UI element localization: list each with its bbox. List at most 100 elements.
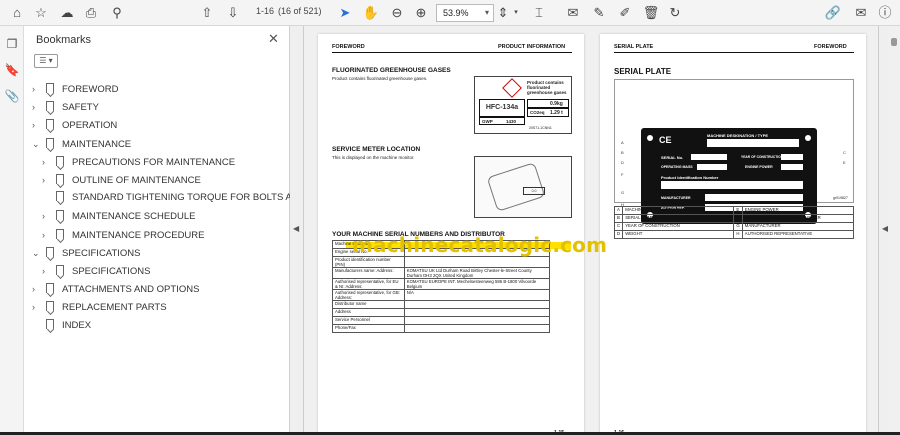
table-label-cell: Product identification number (PIN) <box>332 256 405 268</box>
bookmark-item[interactable]: ⌄ MAINTENANCE <box>32 136 131 152</box>
text-select-icon[interactable]: ⌶ <box>530 4 548 22</box>
chevron-right-icon[interactable]: › <box>42 208 52 224</box>
attachment-icon[interactable]: 📎 <box>4 88 20 104</box>
zoom-search-icon[interactable]: ⚲ <box>108 4 126 22</box>
plate-engine-power: ENGINE POWER <box>745 165 773 169</box>
bookmark-label: MAINTENANCE <box>62 138 132 150</box>
help-icon[interactable]: ⓘ <box>876 4 894 22</box>
highlight-icon[interactable]: ✐ <box>616 4 634 22</box>
chevron-right-icon[interactable]: › <box>32 81 42 97</box>
bookmark-icon <box>46 301 54 312</box>
table-row: Distributor name <box>332 300 551 309</box>
select-cursor-icon[interactable]: ➤ <box>336 4 354 22</box>
page-header-left: SERIAL PLATE <box>614 44 654 50</box>
plate-serial-no: SERIAL No. <box>661 155 684 160</box>
chevron-right-icon[interactable]: › <box>32 281 42 297</box>
legend-letter: A <box>613 206 624 215</box>
bookmark-item[interactable]: › OUTLINE OF MAINTENANCE <box>42 172 201 188</box>
pages-icon[interactable]: ❐ <box>4 36 20 52</box>
chevron-right-icon[interactable]: › <box>42 227 52 243</box>
table-value-cell: KOMATSU UK Ltd Durham Road Birtley Chest… <box>403 267 551 279</box>
bookmark-label: REPLACEMENT PARTS <box>62 302 167 314</box>
chevron-right-icon[interactable]: › <box>32 99 42 115</box>
bookmark-item[interactable]: › OPERATION <box>32 117 117 133</box>
bookmark-icon <box>46 101 54 112</box>
legend-letter: F <box>733 214 743 223</box>
bookmark-item[interactable]: › SPECIFICATIONS <box>42 263 150 279</box>
right-panel-handle[interactable]: ◀ <box>878 26 888 435</box>
table-label-cell: Service Personnel <box>332 316 405 325</box>
page-header-left: FOREWORD <box>332 44 365 50</box>
bookmark-item[interactable]: › FOREWORD <box>32 81 118 97</box>
table-row: C YEAR OF CONSTRUCTION G MANUFACTURER <box>613 222 855 231</box>
legend-letter: G <box>733 222 743 231</box>
chevron-right-icon[interactable]: › <box>42 172 52 188</box>
page-count: (16 of 521) <box>278 6 322 16</box>
chevron-right-icon[interactable]: › <box>42 263 52 279</box>
plate-manufacturer: MANUFACTURER <box>661 196 691 200</box>
zoom-out-icon[interactable]: ⊖ <box>388 4 406 22</box>
gwp-value: 1430 <box>506 119 517 124</box>
print-icon[interactable]: ⎙ <box>82 4 100 22</box>
table-row: Manufacturers name: Address: KOMATSU UK L… <box>332 267 551 279</box>
bookmark-item[interactable]: › SAFETY <box>32 99 99 115</box>
hand-tool-icon[interactable]: ✋ <box>362 4 380 22</box>
home-icon[interactable]: ⌂ <box>8 4 26 22</box>
star-icon[interactable]: ☆ <box>32 4 50 22</box>
bookmark-item[interactable]: › MAINTENANCE PROCEDURE <box>42 227 205 243</box>
chevron-right-icon[interactable]: › <box>32 117 42 133</box>
table-label-cell: Authorised representative, for GB: Addre… <box>332 289 405 301</box>
rotate-icon[interactable]: ↻ <box>666 4 684 22</box>
comment-icon[interactable]: ✉ <box>564 4 582 22</box>
legend-text: SERIAL NUMBER <box>622 214 735 223</box>
pen-icon[interactable]: ✎ <box>590 4 608 22</box>
bookmark-item[interactable]: › REPLACEMENT PARTS <box>32 299 167 315</box>
mail-icon[interactable]: ✉ <box>852 4 870 22</box>
page-title-serial-plate: SERIAL PLATE <box>614 67 672 76</box>
legend-letter: D <box>613 230 624 239</box>
previous-page-icon[interactable]: ⇧ <box>198 4 216 22</box>
zoom-level-select[interactable]: 53.9% ▾ <box>436 4 494 22</box>
vertical-scrollbar[interactable] <box>888 26 900 435</box>
table-label-cell: Manufacturers name: Address: <box>332 267 405 279</box>
bookmark-label: INDEX <box>62 319 92 331</box>
trash-icon[interactable]: 🗑 <box>642 4 660 22</box>
co2-value: 1.29 t <box>550 110 563 116</box>
page-number-input[interactable]: 1-16 <box>256 6 274 16</box>
table-row: Authorised representative, for EU & NI: … <box>332 278 551 290</box>
zoom-in-icon[interactable]: ⊕ <box>412 4 430 22</box>
table-label-cell: Authorised representative, for EU & NI: … <box>332 278 405 290</box>
bookmark-item[interactable]: › PRECAUTIONS FOR MAINTENANCE <box>42 154 235 170</box>
bookmark-item[interactable]: › ATTACHMENTS AND OPTIONS <box>32 281 199 297</box>
bookmark-options-button[interactable]: ☰ ▾ <box>34 54 58 68</box>
bookmark-label: OUTLINE OF MAINTENANCE <box>72 175 201 186</box>
bookmark-label: MAINTENANCE SCHEDULE <box>72 211 196 223</box>
next-page-icon[interactable]: ⇩ <box>224 4 242 22</box>
chevron-down-icon[interactable]: ⌄ <box>32 245 42 261</box>
watermark-text: machinecatalogic.com <box>352 233 608 257</box>
chevron-right-icon[interactable]: › <box>32 299 42 315</box>
chevron-down-icon[interactable]: ⌄ <box>32 136 42 152</box>
bookmark-item[interactable]: › MAINTENANCE SCHEDULE <box>42 208 196 224</box>
table-value-cell <box>403 300 551 309</box>
upload-icon[interactable]: ☁ <box>58 4 76 22</box>
gas-label-figure: Product contains fluorinated greenhouse … <box>474 76 572 134</box>
chevron-right-icon[interactable]: › <box>42 154 52 170</box>
bookmark-label: PRECAUTIONS FOR MAINTENANCE <box>72 156 236 168</box>
link-icon[interactable]: 🔗 <box>824 4 842 22</box>
scrollbar-thumb[interactable] <box>891 38 897 46</box>
bookmark-icon <box>46 119 54 130</box>
close-icon[interactable]: ✕ <box>268 31 279 47</box>
bookmark-item[interactable]: INDEX <box>32 318 91 334</box>
bookmark-rail-icon[interactable]: 🔖 <box>4 62 20 78</box>
panel-collapse-handle[interactable]: ◀ <box>290 26 304 435</box>
bookmark-label: OPERATION <box>62 120 118 132</box>
legend-text: PRODUCT IDENTIFICATION NUMBER <box>741 214 855 223</box>
table-row: D WEIGHT H AUTHORISED REPRESENTATIVE <box>613 230 855 239</box>
fit-page-icon[interactable]: ⇕ <box>494 4 512 22</box>
bookmark-item[interactable]: ⌄ SPECIFICATIONS <box>32 245 140 261</box>
table-label-cell: Distributor name <box>332 300 405 309</box>
co2-label: CO2eq <box>530 110 545 115</box>
fit-page-dropdown-icon[interactable]: ▾ <box>512 4 520 22</box>
table-row: Service Personnel <box>332 316 551 325</box>
